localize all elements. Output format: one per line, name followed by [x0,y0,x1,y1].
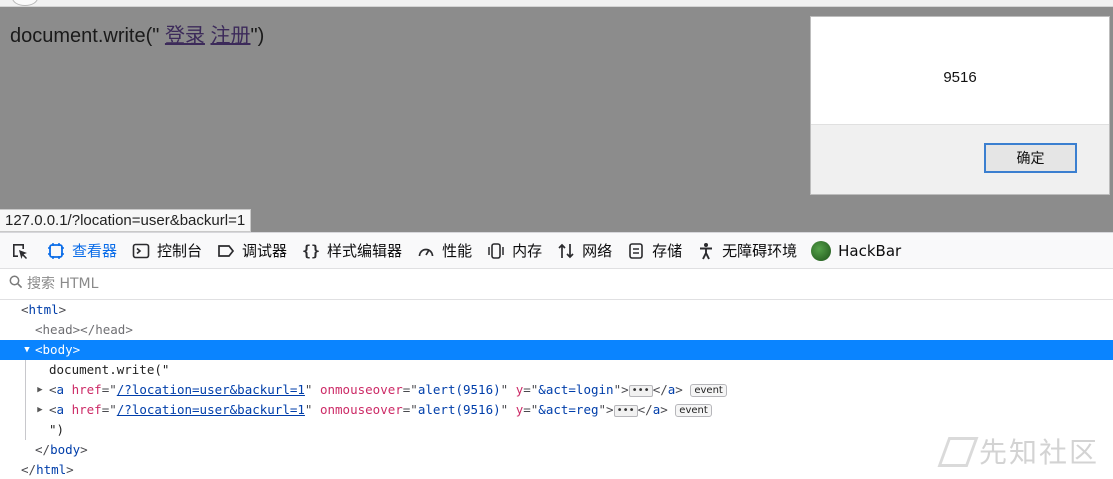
tab-label: 查看器 [72,242,118,260]
browser-top-strip [0,0,1113,7]
element-picker-icon [13,243,27,259]
tree-node-head[interactable]: <head></head> [0,320,1113,340]
inspector-icon [46,241,66,261]
hackbar-icon [811,240,832,261]
tab-label: 样式编辑器 [327,242,403,260]
tab-icon [12,0,38,6]
watermark: 先知社区 [937,431,1099,471]
tree-node-anchor-reg[interactable]: ▶ <a href="/?location=user&backurl=1" onm… [0,400,1113,420]
page-content: document.write(" 登录 注册") [10,19,264,48]
tab-memory[interactable]: 内存 [480,233,550,269]
tab-label: 控制台 [157,242,203,260]
tree-node-text[interactable]: document.write(" [0,360,1113,380]
tab-storage[interactable]: 存储 [620,233,690,269]
tab-network[interactable]: 网络 [550,233,620,269]
tab-hackbar[interactable]: HackBar [805,233,909,269]
ok-button[interactable]: 确定 [984,143,1077,173]
alert-message: 9516 [943,69,977,86]
tab-label: 调试器 [242,242,288,260]
tab-label: 无障碍环境 [722,242,798,260]
tab-style-editor[interactable]: {} 样式编辑器 [295,233,410,269]
collapse-arrow-icon[interactable]: ▼ [22,340,32,360]
alert-dialog: 9516 确定 [810,16,1110,195]
expand-arrow-icon[interactable]: ▶ [35,380,45,400]
expand-arrow-icon[interactable]: ▶ [35,400,45,420]
register-link[interactable]: 注册 [211,25,251,47]
network-icon [556,241,576,261]
html-search-bar [0,269,1113,300]
search-html-input[interactable] [27,276,427,292]
tree-node-anchor-login[interactable]: ▶ <a href="/?location=user&backurl=1" onm… [0,380,1113,400]
tab-console[interactable]: 控制台 [125,233,210,269]
tab-label: HackBar [838,241,902,260]
login-link[interactable]: 登录 [165,25,205,47]
tab-label: 网络 [582,242,613,260]
page-text-before: document.write(" [10,25,165,47]
memory-icon [486,241,506,261]
tree-node-body[interactable]: ▼ <body> [0,340,1113,360]
search-icon [9,275,23,293]
tab-accessibility[interactable]: 无障碍环境 [690,233,805,269]
event-badge[interactable]: event [690,384,727,397]
collapsed-content-icon[interactable]: ••• [613,404,638,417]
tab-label: 存储 [652,242,683,260]
element-picker-button[interactable] [0,233,40,269]
style-editor-icon: {} [302,241,321,260]
debugger-icon [216,241,236,261]
event-badge[interactable]: event [675,404,712,417]
status-url-bar: 127.0.0.1/?location=user&backurl=1 [0,209,252,232]
accessibility-icon [696,241,716,261]
tab-performance[interactable]: 性能 [410,233,480,269]
storage-icon [626,241,646,261]
collapsed-content-icon[interactable]: ••• [628,384,653,397]
tab-label: 性能 [442,242,473,260]
performance-icon [416,241,436,261]
alert-footer: 确定 [811,124,1109,194]
page-text-after: ") [250,25,265,47]
tab-label: 内存 [512,242,543,260]
console-icon [131,241,151,261]
tab-debugger[interactable]: 调试器 [210,233,295,269]
tree-node-html[interactable]: <html> [0,300,1113,320]
tab-inspector[interactable]: 查看器 [40,233,125,269]
watermark-logo-icon [937,437,979,467]
devtools-toolbar: 查看器 控制台 调试器 {} 样式编辑器 性能 内存 网络 存储 无障碍环境 H… [0,232,1113,269]
